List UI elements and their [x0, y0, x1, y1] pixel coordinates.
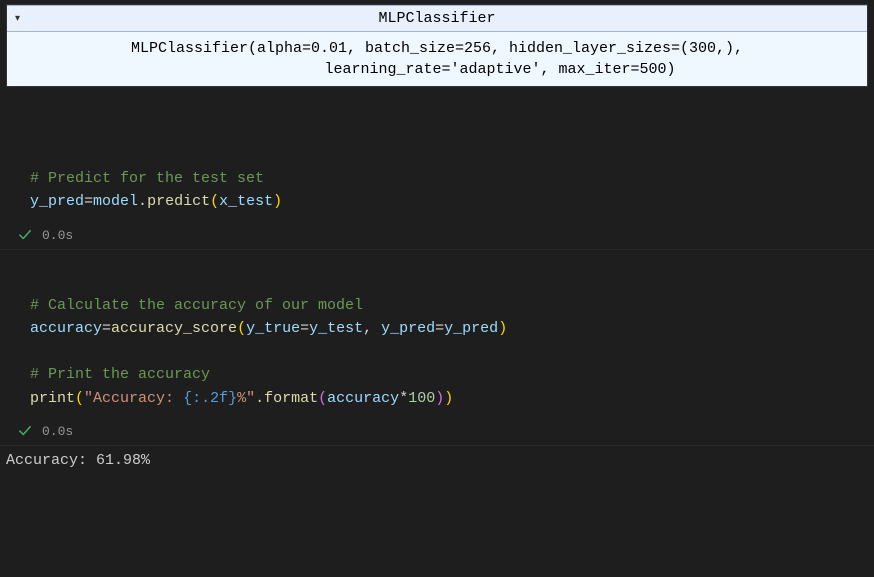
function-call: predict [147, 193, 210, 210]
operator: = [102, 320, 111, 337]
paren-open: ( [75, 390, 84, 407]
operator: * [399, 390, 408, 407]
paren-close: ) [435, 390, 444, 407]
builtin-print: print [30, 390, 75, 407]
stdout-output: Accuracy: 61.98% [0, 446, 874, 475]
notebook-cell: # Predict for the test set y_pred=model.… [0, 159, 874, 250]
sklearn-estimator-output: ▾ MLPClassifier MLPClassifier(alpha=0.01… [6, 4, 868, 87]
paren-close: ) [498, 320, 507, 337]
argument: y_test [309, 320, 363, 337]
variable: accuracy [30, 320, 102, 337]
estimator-header[interactable]: ▾ MLPClassifier [7, 5, 867, 32]
notebook-cell: # Calculate the accuracy of our model ac… [0, 286, 874, 475]
estimator-repr: MLPClassifier(alpha=0.01, batch_size=256… [7, 32, 867, 86]
paren-open: ( [318, 390, 327, 407]
object: model [93, 193, 138, 210]
argument: y_pred [444, 320, 498, 337]
number: 100 [408, 390, 435, 407]
argument: x_test [219, 193, 273, 210]
estimator-title: MLPClassifier [378, 10, 495, 27]
method-format: format [264, 390, 318, 407]
code-editor[interactable]: # Predict for the test set y_pred=model.… [0, 159, 874, 222]
operator: = [300, 320, 309, 337]
function-call: accuracy_score [111, 320, 237, 337]
format-brace: } [228, 390, 237, 407]
dot: . [138, 193, 147, 210]
comment: # Print the accuracy [30, 366, 210, 383]
execution-time: 0.0s [42, 228, 73, 243]
kwarg-name: y_true [246, 320, 300, 337]
success-check-icon [18, 228, 32, 242]
variable: accuracy [327, 390, 399, 407]
execution-status: 0.0s [0, 418, 874, 446]
paren-close: ) [444, 390, 453, 407]
variable: y_pred [30, 193, 84, 210]
format-brace: { [183, 390, 192, 407]
operator: = [84, 193, 93, 210]
code-editor[interactable]: # Calculate the accuracy of our model ac… [0, 286, 874, 418]
comma: , [363, 320, 381, 337]
paren-open: ( [210, 193, 219, 210]
string: %" [237, 390, 255, 407]
kwarg-name: y_pred [381, 320, 435, 337]
success-check-icon [18, 424, 32, 438]
format-spec: :.2f [192, 390, 228, 407]
comment: # Calculate the accuracy of our model [30, 297, 363, 314]
collapse-toggle-icon[interactable]: ▾ [15, 13, 20, 25]
dot: . [255, 390, 264, 407]
execution-status: 0.0s [0, 222, 874, 250]
paren-close: ) [273, 193, 282, 210]
execution-time: 0.0s [42, 424, 73, 439]
string: "Accuracy: [84, 390, 183, 407]
paren-open: ( [237, 320, 246, 337]
comment: # Predict for the test set [30, 170, 264, 187]
operator: = [435, 320, 444, 337]
